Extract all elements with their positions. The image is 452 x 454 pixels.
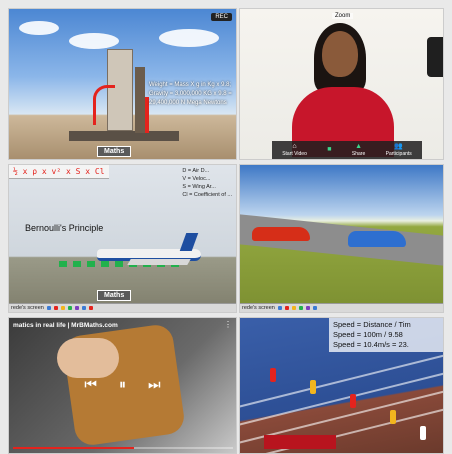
previous-icon[interactable]: ⏮ bbox=[84, 376, 97, 393]
camera-icon: ⌂ bbox=[292, 143, 297, 150]
taskbar-label: rede's screen bbox=[11, 305, 44, 311]
airplane-wing bbox=[127, 259, 191, 265]
participant-tile-rocket[interactable]: Weight = Mass X g in Kg x 9.8; Gravity =… bbox=[8, 8, 237, 160]
forces-annotation: Weight = Mass X g in Kg x 9.8; Gravity =… bbox=[149, 82, 232, 106]
taskbar-app-icon[interactable] bbox=[291, 306, 296, 310]
control-label: Share bbox=[351, 151, 366, 157]
force-arrow bbox=[93, 85, 115, 125]
share-button[interactable]: ▲ Share bbox=[352, 143, 365, 157]
control-label: Start Video bbox=[282, 151, 307, 157]
participant-tile-speaker[interactable]: Zoom ⌂ Start Video ■ ▲ Share 👥 Participa… bbox=[239, 8, 444, 160]
launch-pad bbox=[69, 131, 179, 141]
control-label: Participants bbox=[385, 151, 412, 157]
taskbar-app-icon[interactable] bbox=[60, 306, 65, 310]
pause-icon[interactable]: ⏸ bbox=[119, 376, 126, 393]
participants-button[interactable]: 👥 Participants bbox=[386, 143, 412, 157]
speed-calculation: Speed = Distance / Tim Speed = 100m / 9.… bbox=[329, 318, 443, 352]
runner bbox=[390, 410, 396, 424]
stop-share-button[interactable]: ■ bbox=[327, 146, 331, 154]
wall-screen bbox=[427, 37, 443, 77]
video-progress-fill bbox=[13, 447, 134, 449]
legend-line: V = Veloc... bbox=[182, 176, 211, 182]
meeting-controls: ⌂ Start Video ■ ▲ Share 👥 Participants bbox=[272, 141, 422, 159]
cloud bbox=[19, 21, 59, 35]
taskbar-app-icon[interactable] bbox=[46, 306, 51, 310]
taskbar-app-icon[interactable] bbox=[305, 306, 310, 310]
taskbar-app-icon[interactable] bbox=[88, 306, 93, 310]
video-progress-bar[interactable] bbox=[13, 447, 233, 449]
shared-screen-taskbar: rede's screen bbox=[9, 303, 236, 312]
next-icon[interactable]: ⏭ bbox=[148, 376, 161, 393]
video-title: matics in real life | MrBMaths.com bbox=[13, 322, 118, 329]
record-badge: REC bbox=[211, 13, 232, 21]
video-controls: ⏮ ⏸ ⏭ bbox=[9, 376, 236, 393]
formula-legend: D = Air D... V = Veloc... S = Wing Ar...… bbox=[182, 167, 232, 199]
maths-badge: Maths bbox=[97, 290, 132, 301]
taskbar-app-icon[interactable] bbox=[277, 306, 282, 310]
runner bbox=[420, 426, 426, 440]
taskbar-app-icon[interactable] bbox=[74, 306, 79, 310]
participants-icon: 👥 bbox=[394, 143, 404, 150]
taskbar-label: rede's screen bbox=[242, 305, 275, 311]
taskbar-app-icon[interactable] bbox=[53, 306, 58, 310]
launch-tower bbox=[135, 67, 145, 133]
speed-line: Speed = 100m / 9.58 bbox=[333, 330, 403, 339]
runner bbox=[350, 394, 356, 408]
speaker-face bbox=[322, 31, 358, 77]
taskbar-app-icon[interactable] bbox=[67, 306, 72, 310]
maths-badge: Maths bbox=[97, 146, 132, 157]
speed-line: Speed = 10.4m/s = 23. bbox=[333, 340, 409, 349]
legend-line: D = Air D... bbox=[182, 168, 210, 174]
more-options-icon[interactable]: ⋮ bbox=[224, 320, 232, 329]
participant-tile-race[interactable]: Speed = Distance / Tim Speed = 100m / 9.… bbox=[239, 317, 444, 454]
start-video-button[interactable]: ⌂ Start Video bbox=[282, 143, 307, 157]
red-car bbox=[252, 227, 310, 241]
cloud bbox=[159, 29, 219, 47]
hand bbox=[57, 338, 119, 378]
participant-name: Zoom bbox=[332, 13, 354, 19]
runner bbox=[310, 380, 316, 394]
taskbar-app-icon[interactable] bbox=[81, 306, 86, 310]
taskbar-app-icon[interactable] bbox=[284, 306, 289, 310]
share-screen-icon: ■ bbox=[327, 146, 332, 153]
legend-line: S = Wing Ar... bbox=[182, 184, 216, 190]
legend-line: Cl = Coefficient of ... bbox=[182, 192, 232, 198]
blue-car bbox=[348, 231, 406, 247]
runner bbox=[270, 368, 276, 382]
taskbar-app-icon[interactable] bbox=[312, 306, 317, 310]
lift-formula: ½ x ρ x v² x S x Cl bbox=[9, 165, 109, 179]
participant-tile-cars[interactable]: rede's screen bbox=[239, 164, 444, 313]
participant-tile-video[interactable]: matics in real life | MrBMaths.com ⋮ ⏮ ⏸… bbox=[8, 317, 237, 454]
cloud bbox=[69, 33, 119, 49]
share-icon: ▲ bbox=[355, 143, 363, 150]
speed-line: Speed = Distance / Tim bbox=[333, 320, 411, 329]
video-grid: Weight = Mass X g in Kg x 9.8; Gravity =… bbox=[8, 8, 444, 454]
topic-title: Bernoulli's Principle bbox=[25, 223, 104, 233]
shared-screen-taskbar: rede's screen bbox=[240, 303, 443, 312]
participant-tile-airplane[interactable]: ½ x ρ x v² x S x Cl D = Air D... V = Vel… bbox=[8, 164, 237, 313]
taskbar-app-icon[interactable] bbox=[298, 306, 303, 310]
race-scoreboard bbox=[264, 435, 336, 449]
